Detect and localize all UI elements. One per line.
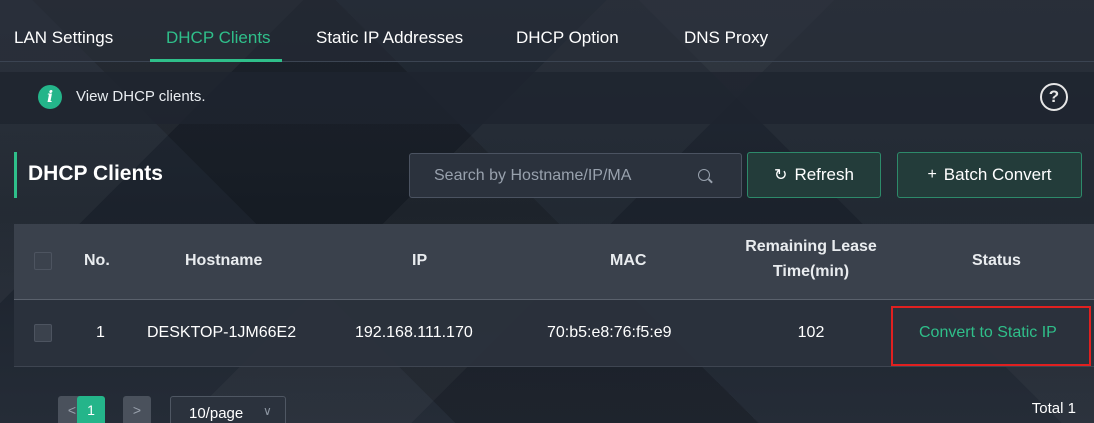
cell-mac: 70:b5:e8:76:f5:e9 xyxy=(547,324,672,341)
cell-lease: 102 xyxy=(797,324,825,341)
row-checkbox[interactable] xyxy=(34,324,52,342)
col-hostname: Hostname xyxy=(185,252,263,269)
dhcp-clients-page: LAN Settings DHCP Clients Static IP Addr… xyxy=(0,0,1094,423)
page-1-button[interactable]: 1 xyxy=(77,396,105,423)
help-icon[interactable]: ? xyxy=(1040,83,1068,111)
section-accent-bar xyxy=(14,152,17,198)
table-row: 1 DESKTOP-1JM66E2 192.168.111.170 70:b5:… xyxy=(14,299,1094,367)
table-header: No. Hostname IP MAC Remaining Lease Time… xyxy=(14,224,1094,299)
tab-dhcp-clients[interactable]: DHCP Clients xyxy=(166,28,271,48)
next-page-button[interactable]: > xyxy=(123,396,151,423)
col-time-min: Time(min) xyxy=(772,263,850,280)
cell-ip: 192.168.111.170 xyxy=(355,324,473,341)
chevron-down-icon: ∨ xyxy=(263,404,272,418)
col-no: No. xyxy=(84,252,110,269)
col-remaining-lease: Remaining Lease xyxy=(745,238,877,255)
select-all-checkbox[interactable] xyxy=(34,252,52,270)
batch-convert-button[interactable]: + Batch Convert xyxy=(897,152,1082,198)
refresh-button-label: Refresh xyxy=(794,165,854,184)
col-mac: MAC xyxy=(610,252,647,269)
search-input[interactable] xyxy=(410,154,690,197)
refresh-button[interactable]: ↻ Refresh xyxy=(747,152,881,198)
page-size-select[interactable]: 10/page ∨ xyxy=(170,396,286,423)
batch-convert-label: Batch Convert xyxy=(943,165,1052,184)
cell-hostname: DESKTOP-1JM66E2 xyxy=(147,324,297,341)
info-bar: i View DHCP clients. ? xyxy=(0,72,1094,124)
col-status: Status xyxy=(972,252,1021,269)
page-size-value: 10/page xyxy=(189,405,244,422)
col-ip: IP xyxy=(412,252,428,269)
info-text: View DHCP clients. xyxy=(76,88,206,105)
total-count: Total 1 xyxy=(1031,400,1076,417)
active-tab-indicator xyxy=(150,59,282,62)
info-icon: i xyxy=(38,85,62,109)
plus-icon: + xyxy=(927,166,937,183)
tab-dns-proxy[interactable]: DNS Proxy xyxy=(684,28,768,48)
tab-static-ip-addresses[interactable]: Static IP Addresses xyxy=(316,28,463,48)
page-title: DHCP Clients xyxy=(28,162,163,185)
search-box xyxy=(409,153,742,198)
refresh-icon: ↻ xyxy=(774,167,788,184)
cell-no: 1 xyxy=(96,324,105,341)
convert-to-static-ip-link[interactable]: Convert to Static IP xyxy=(919,324,1057,342)
search-icon[interactable] xyxy=(698,169,710,181)
tab-lan-settings[interactable]: LAN Settings xyxy=(14,28,113,48)
tab-bar: LAN Settings DHCP Clients Static IP Addr… xyxy=(0,0,1094,62)
tab-dhcp-option[interactable]: DHCP Option xyxy=(516,28,619,48)
